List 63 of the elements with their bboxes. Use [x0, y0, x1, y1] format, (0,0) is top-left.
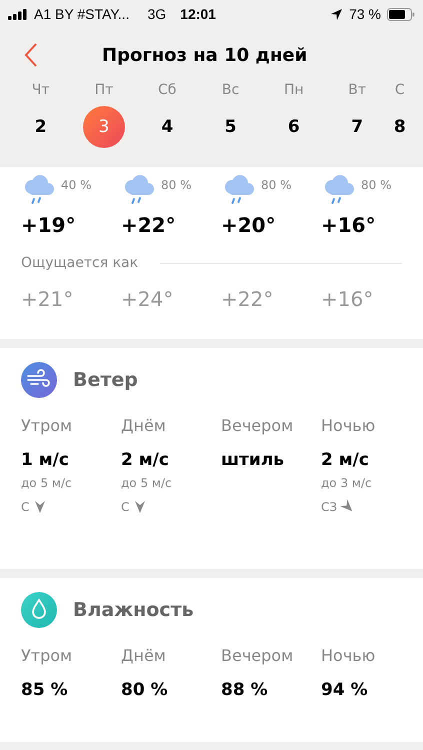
period-label: Вечером	[221, 416, 294, 437]
arrow-icon	[135, 501, 146, 513]
carrier-name: A1 BY #STAY...	[34, 6, 130, 22]
date-item[interactable]: 8	[378, 106, 421, 148]
wind-icon	[21, 362, 57, 398]
date-item[interactable]: 5	[210, 106, 252, 148]
signal-icon	[8, 8, 28, 20]
network-type: 3G	[147, 6, 166, 22]
location-icon	[330, 8, 344, 20]
temperature: +16°	[321, 213, 376, 237]
droplet-icon	[21, 592, 57, 628]
section-title: Влажность	[73, 599, 194, 621]
screen-title: Прогноз на 10 дней	[102, 44, 308, 66]
wind-direction: С	[121, 500, 130, 514]
wind-speed: 2 м/с	[121, 450, 169, 470]
weekday-label: С	[394, 82, 405, 100]
wind-gust: до 5 м/с	[121, 476, 172, 490]
wind-direction: СЗ	[321, 500, 338, 514]
temperature: +22°	[121, 213, 176, 237]
clock: 12:01	[180, 6, 216, 22]
weekday-label: Сб	[158, 82, 176, 100]
feels-like-label: Ощущается как	[21, 255, 138, 271]
battery-percentage: 73 %	[349, 6, 381, 22]
humidity-value: 88 %	[221, 680, 268, 700]
date-item[interactable]: 6	[272, 106, 315, 148]
humidity-value: 85 %	[21, 680, 68, 700]
feels-like-temperature: +22°	[221, 287, 274, 311]
weekday-label: Пн	[284, 82, 304, 100]
precipitation-chance: 80 %	[161, 178, 192, 192]
precipitation-chance: 80 %	[361, 178, 392, 192]
period-label: Ночью	[321, 646, 376, 667]
arrow-icon	[35, 501, 46, 513]
period-label: Ночью	[321, 416, 376, 437]
humidity-value: 94 %	[321, 680, 368, 700]
back-icon[interactable]	[24, 43, 38, 67]
period-label: Днём	[121, 416, 166, 437]
battery-icon	[387, 8, 415, 20]
wind-direction: С	[21, 500, 30, 514]
temperature: +20°	[221, 213, 276, 237]
period-label: Утром	[21, 416, 72, 437]
precipitation-chance: 40 %	[61, 178, 92, 192]
section-title: Ветер	[73, 369, 138, 391]
weekday-label: Вт	[348, 82, 366, 100]
date-item[interactable]: 7	[336, 106, 378, 148]
feels-like-temperature: +24°	[121, 287, 174, 311]
temperature: +19°	[21, 213, 76, 237]
wind-gust: до 3 м/с	[321, 476, 372, 490]
date-item[interactable]: 4	[146, 106, 188, 148]
precipitation-chance: 80 %	[261, 178, 292, 192]
period-label: Днём	[121, 646, 166, 667]
feels-like-temperature: +16°	[321, 287, 374, 311]
period-label: Вечером	[221, 646, 294, 667]
humidity-value: 80 %	[121, 680, 168, 700]
wind-speed: 2 м/с	[321, 450, 369, 470]
weekday-label: Вс	[222, 82, 240, 100]
date-item[interactable]: 2	[20, 106, 62, 148]
weekday-label: Пт	[94, 82, 114, 100]
period-label: Утром	[21, 646, 72, 667]
weekday-label: Чт	[32, 82, 50, 100]
wind-gust: до 5 м/с	[21, 476, 72, 490]
feels-like-temperature: +21°	[21, 287, 74, 311]
wind-speed: штиль	[221, 450, 284, 470]
wind-speed: 1 м/с	[21, 450, 69, 470]
